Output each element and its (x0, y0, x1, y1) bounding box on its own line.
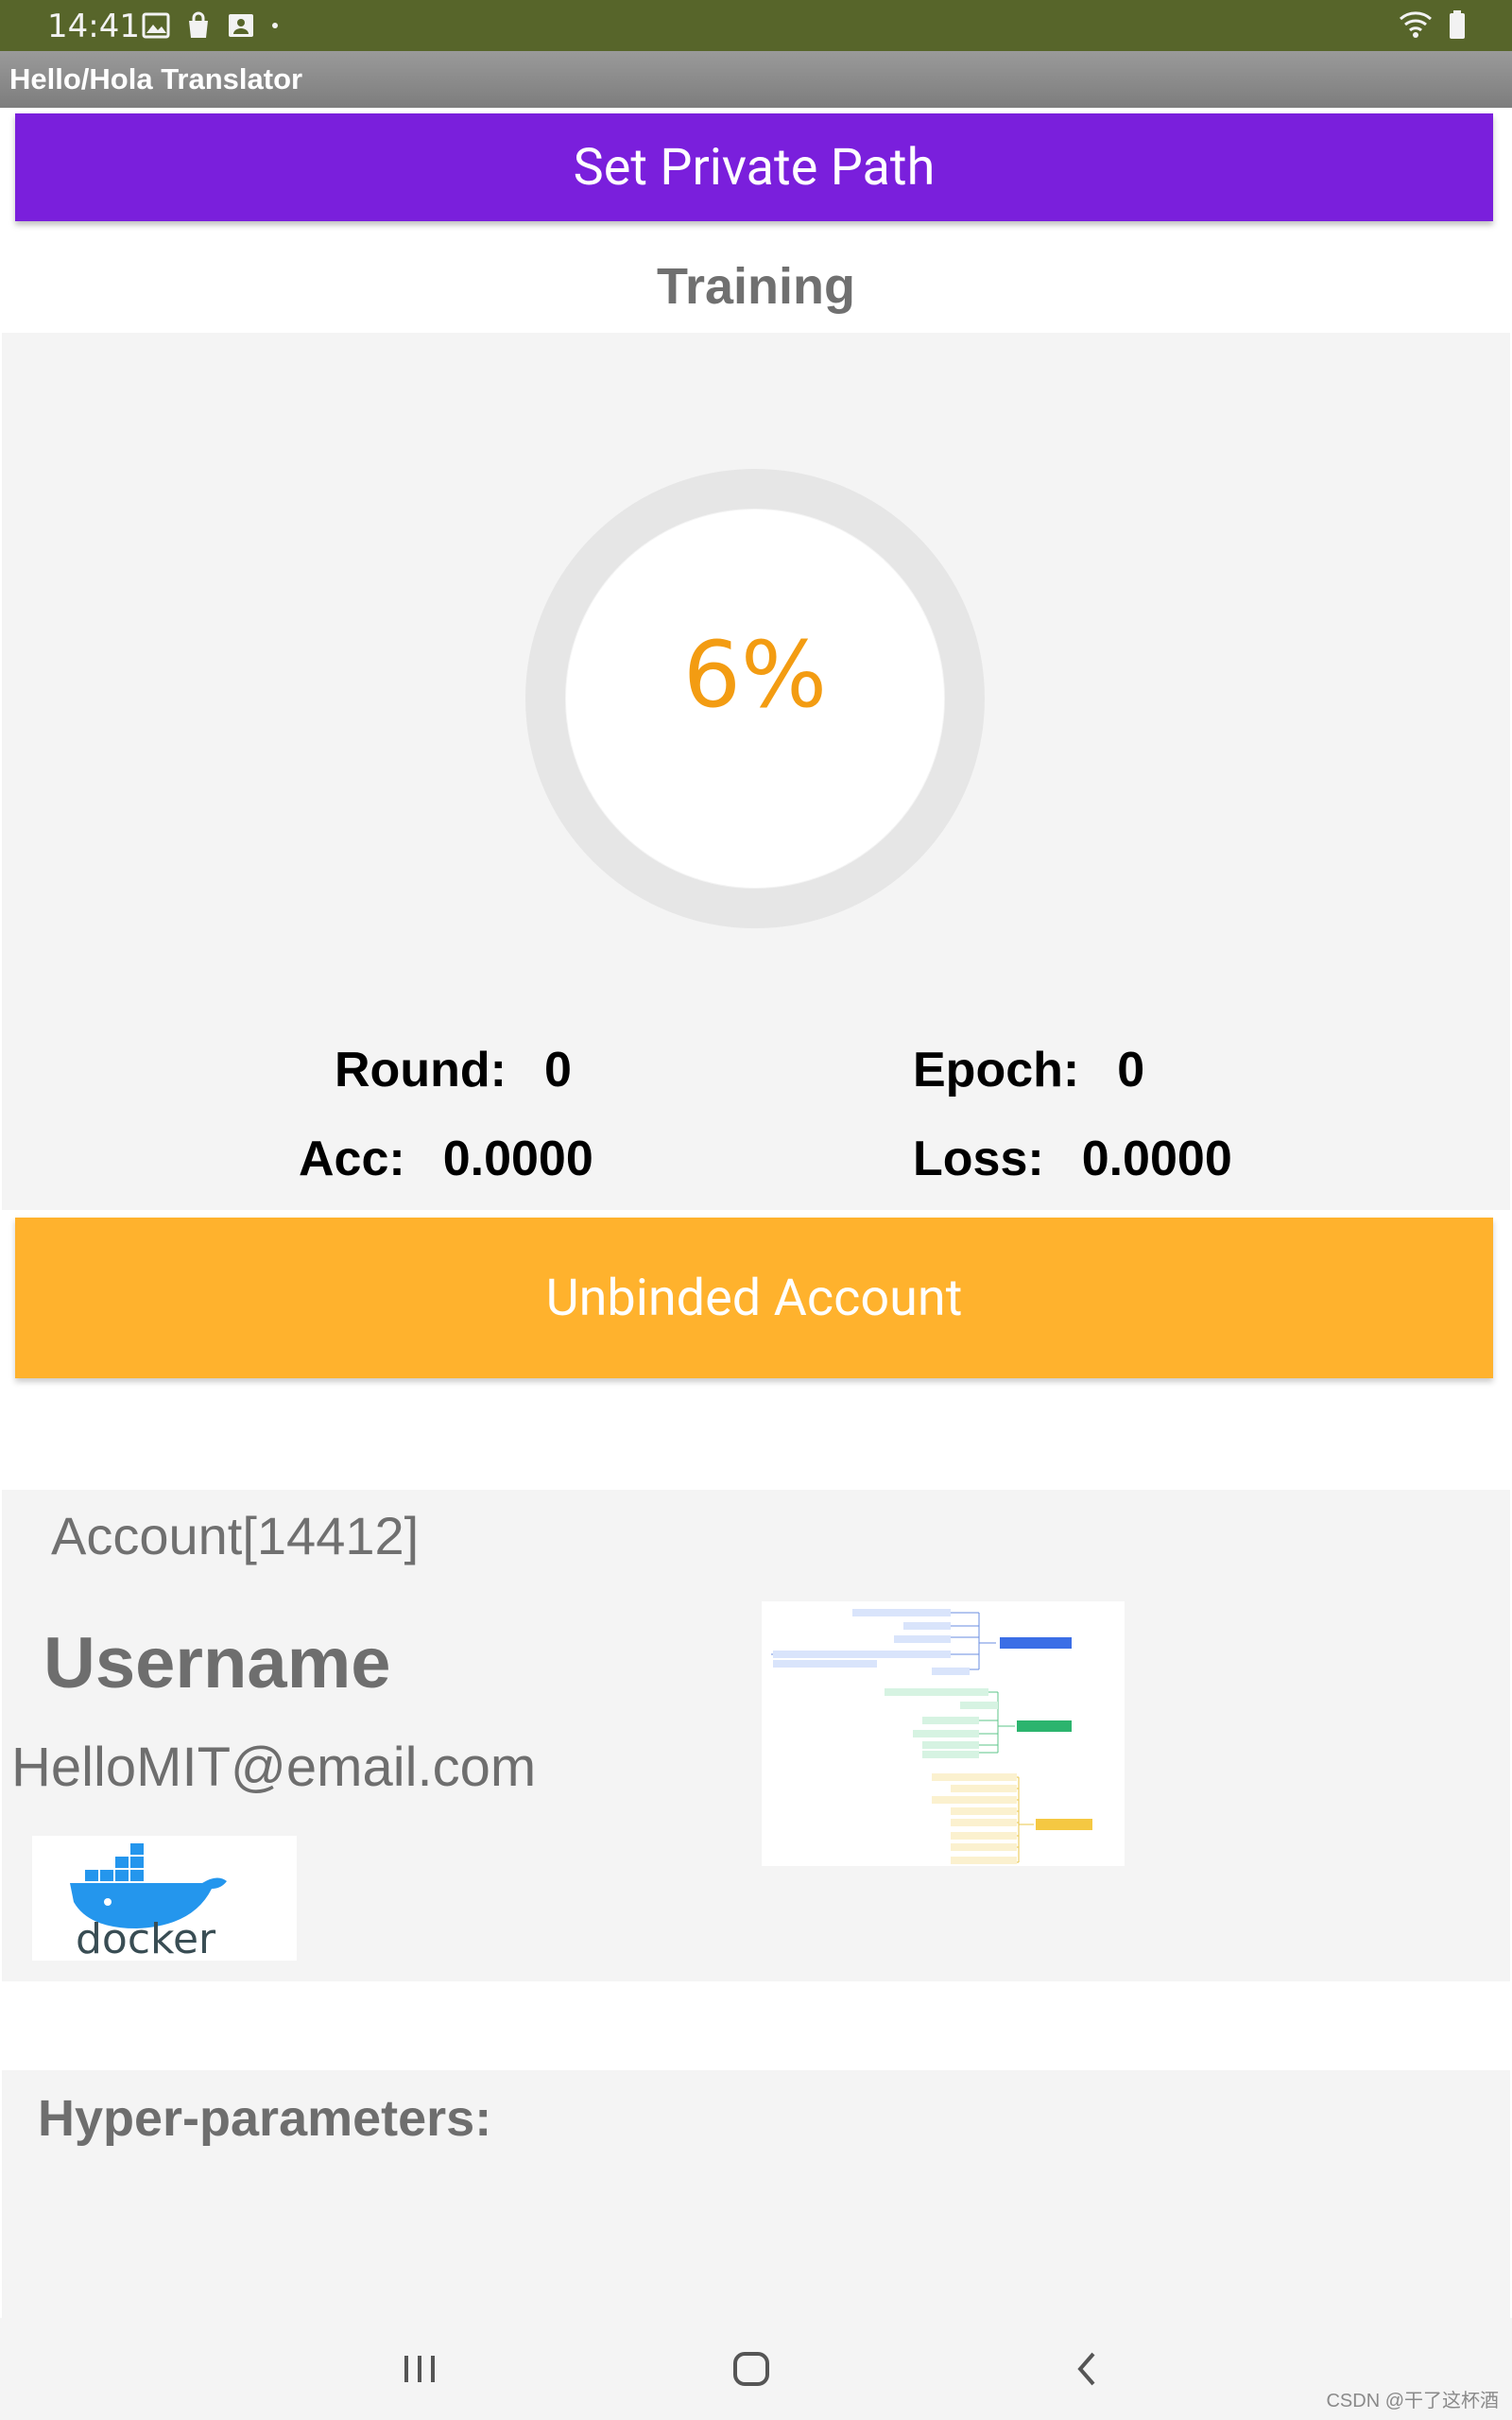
wifi-icon (1400, 11, 1432, 38)
round-stat: Round: 0 (335, 1042, 572, 1098)
account-title: Account[14412] (51, 1506, 420, 1565)
dot-icon (272, 23, 278, 28)
home-icon (733, 2352, 769, 2386)
hyper-parameters-panel: Hyper-parameters: (2, 2070, 1510, 2318)
set-private-path-button[interactable]: Set Private Path (15, 113, 1493, 221)
loss-label: Loss: (913, 1132, 1044, 1186)
status-icons (142, 11, 280, 40)
recents-icon (404, 2356, 435, 2382)
account-username: Username (43, 1623, 391, 1703)
battery-icon (1450, 10, 1465, 39)
epoch-label: Epoch: (913, 1043, 1080, 1098)
acc-value: 0.0000 (442, 1132, 593, 1186)
recents-button[interactable] (382, 2339, 457, 2399)
back-button[interactable] (1049, 2339, 1125, 2399)
status-right-icons (1397, 9, 1467, 40)
docker-whale-icon: docker (70, 1843, 227, 1963)
loss-stat: Loss: 0.0000 (913, 1131, 1232, 1187)
account-panel: Account[14412] Username HelloMIT@email.c… (2, 1490, 1510, 1981)
epoch-stat: Epoch: 0 (913, 1042, 1144, 1098)
image-icon (142, 12, 170, 39)
docker-logo: docker (32, 1836, 297, 1963)
training-title: Training (656, 258, 855, 315)
app-title: Hello/Hola Translator (9, 62, 303, 95)
round-label: Round: (335, 1043, 507, 1098)
navigation-bar: CSDN @干了这杯酒 (0, 2318, 1512, 2420)
account-email: HelloMIT@email.com (11, 1737, 537, 1798)
loss-value: 0.0000 (1081, 1132, 1232, 1186)
mindmap-thumbnail (771, 1609, 1092, 1864)
app-title-bar: Hello/Hola Translator (0, 51, 1512, 108)
progress-percent: 6% (682, 622, 828, 728)
hyper-parameters-title: Hyper-parameters: (38, 2090, 492, 2147)
acc-label: Acc: (299, 1132, 405, 1186)
watermark: CSDN @干了这杯酒 (1326, 2391, 1499, 2411)
back-icon (1077, 2352, 1095, 2386)
acc-stat: Acc: 0.0000 (299, 1131, 593, 1187)
home-button[interactable] (714, 2339, 790, 2399)
epoch-value: 0 (1117, 1043, 1145, 1098)
status-bar: 14:41 (0, 0, 1512, 51)
shopping-bag-icon (189, 11, 208, 38)
mindmap-image (762, 1601, 1125, 1866)
training-panel: 6% Round: 0 Epoch: 0 Acc: 0.0000 Loss: 0.000… (2, 333, 1510, 1210)
status-time: 14:41 (47, 8, 140, 45)
round-value: 0 (543, 1043, 572, 1098)
contact-card-icon (229, 14, 253, 37)
docker-wordmark: docker (76, 1915, 216, 1961)
unbind-account-button[interactable]: Unbinded Account (15, 1218, 1493, 1378)
